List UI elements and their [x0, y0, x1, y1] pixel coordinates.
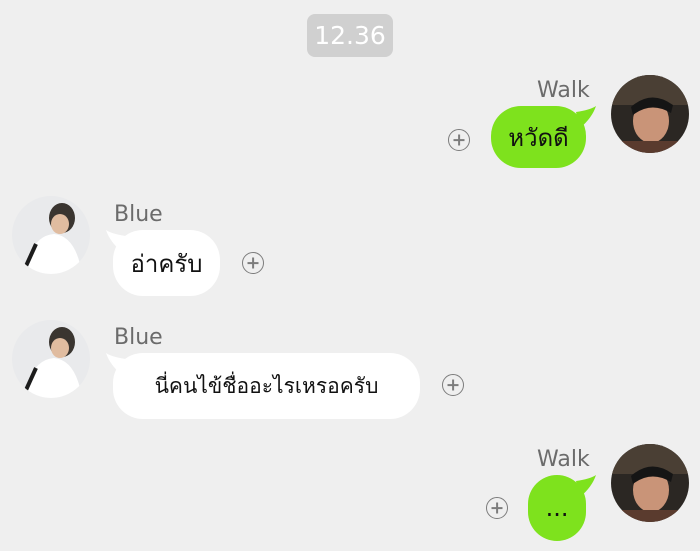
- avatar-walk[interactable]: [611, 444, 689, 522]
- sender-name: Walk: [537, 78, 590, 103]
- message-bubble-incoming[interactable]: นี่คนไข้ชื่ออะไรเหรอครับ: [113, 353, 420, 419]
- avatar-walk[interactable]: [611, 75, 689, 153]
- add-reaction-icon[interactable]: [448, 129, 470, 151]
- sender-name: Walk: [537, 447, 590, 472]
- avatar-blue[interactable]: [12, 320, 90, 398]
- add-reaction-icon[interactable]: [486, 497, 508, 519]
- message-text: อ่าครับ: [130, 249, 203, 278]
- timestamp-badge: 12.36: [307, 14, 393, 57]
- sender-name: Blue: [114, 325, 163, 350]
- add-reaction-icon[interactable]: [442, 374, 464, 396]
- sender-name: Blue: [114, 202, 163, 227]
- message-text: หวัดดี: [508, 123, 569, 152]
- add-reaction-icon[interactable]: [242, 252, 264, 274]
- message-bubble-outgoing[interactable]: ...: [528, 475, 586, 541]
- message-text: นี่คนไข้ชื่ออะไรเหรอครับ: [154, 373, 379, 398]
- message-bubble-outgoing[interactable]: หวัดดี: [491, 106, 586, 168]
- avatar-blue[interactable]: [12, 196, 90, 274]
- message-bubble-incoming[interactable]: อ่าครับ: [113, 230, 220, 296]
- message-text: ...: [545, 494, 569, 522]
